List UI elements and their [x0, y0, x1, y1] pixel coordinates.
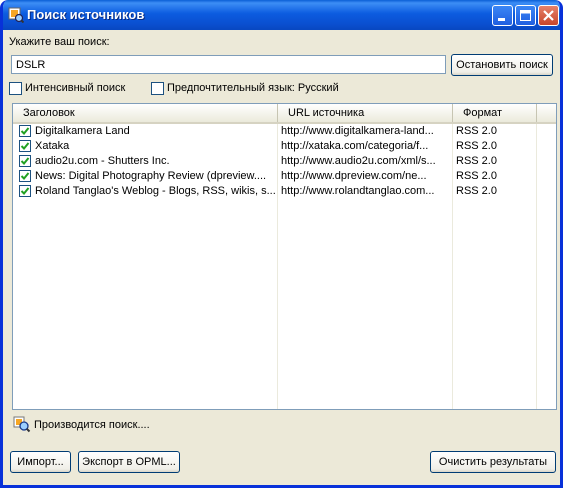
- column-header-url[interactable]: URL источника: [278, 104, 453, 122]
- minimize-icon: [498, 18, 505, 21]
- row-title: audio2u.com - Shutters Inc.: [35, 155, 170, 167]
- row-format: RSS 2.0: [456, 185, 497, 197]
- row-checkbox[interactable]: [19, 170, 31, 182]
- title-bar[interactable]: Поиск источников: [3, 0, 560, 30]
- checkmark-icon: [20, 157, 30, 165]
- row-url: http://www.audio2u.com/xml/s...: [281, 155, 436, 167]
- clear-results-button[interactable]: Очистить результаты: [430, 451, 556, 473]
- row-format: RSS 2.0: [456, 125, 497, 137]
- preferred-language-checkbox[interactable]: [151, 82, 164, 95]
- row-url: http://www.dpreview.com/ne...: [281, 170, 427, 182]
- checkmark-icon: [20, 127, 30, 135]
- column-header-format[interactable]: Формат: [453, 104, 537, 122]
- export-opml-button[interactable]: Экспорт в OPML...: [78, 451, 180, 473]
- row-title: Digitalkamera Land: [35, 125, 130, 137]
- row-checkbox[interactable]: [19, 140, 31, 152]
- status-text: Производится поиск....: [34, 419, 150, 431]
- search-input[interactable]: [11, 55, 446, 74]
- window-title: Поиск источников: [27, 7, 145, 22]
- minimize-button[interactable]: [492, 5, 513, 26]
- row-format: RSS 2.0: [456, 155, 497, 167]
- row-format: RSS 2.0: [456, 140, 497, 152]
- table-row[interactable]: News: Digital Photography Review (dprevi…: [13, 169, 556, 184]
- close-icon: [543, 10, 554, 21]
- table-row[interactable]: audio2u.com - Shutters Inc. http://www.a…: [13, 154, 556, 169]
- row-format: RSS 2.0: [456, 170, 497, 182]
- search-progress-icon: [13, 416, 31, 433]
- import-button[interactable]: Импорт...: [10, 451, 71, 473]
- row-checkbox[interactable]: [19, 185, 31, 197]
- maximize-button[interactable]: [515, 5, 536, 26]
- preferred-language-label: Предпочтительный язык: Русский: [167, 82, 339, 94]
- row-title: Roland Tanglao's Weblog - Blogs, RSS, wi…: [35, 185, 275, 197]
- intensive-search-checkbox[interactable]: [9, 82, 22, 95]
- table-row[interactable]: Xataka http://xataka.com/categoria/f... …: [13, 139, 556, 154]
- row-checkbox[interactable]: [19, 155, 31, 167]
- checkmark-icon: [20, 142, 30, 150]
- row-url: http://www.digitalkamera-land...: [281, 125, 434, 137]
- intensive-search-label: Интенсивный поиск: [25, 82, 126, 94]
- maximize-icon: [520, 10, 531, 21]
- row-title: News: Digital Photography Review (dprevi…: [35, 170, 267, 182]
- table-row[interactable]: Roland Tanglao's Weblog - Blogs, RSS, wi…: [13, 184, 556, 199]
- feed-search-icon: [8, 7, 24, 23]
- table-header: Заголовок URL источника Формат: [13, 104, 556, 124]
- checkmark-icon: [20, 187, 30, 195]
- row-checkbox[interactable]: [19, 125, 31, 137]
- column-header-title[interactable]: Заголовок: [13, 104, 278, 122]
- stop-search-button[interactable]: Остановить поиск: [451, 54, 553, 76]
- table-row[interactable]: Digitalkamera Land http://www.digitalkam…: [13, 124, 556, 139]
- row-url: http://xataka.com/categoria/f...: [281, 140, 429, 152]
- search-prompt-label: Укажите ваш поиск:: [9, 36, 110, 48]
- search-feeds-window: Поиск источников Укажите ваш поиск: Оста…: [0, 0, 563, 488]
- checkmark-icon: [20, 172, 30, 180]
- row-url: http://www.rolandtanglao.com...: [281, 185, 435, 197]
- close-button[interactable]: [538, 5, 559, 26]
- row-title: Xataka: [35, 140, 70, 152]
- results-table[interactable]: Заголовок URL источника Формат Digitalka…: [12, 103, 557, 410]
